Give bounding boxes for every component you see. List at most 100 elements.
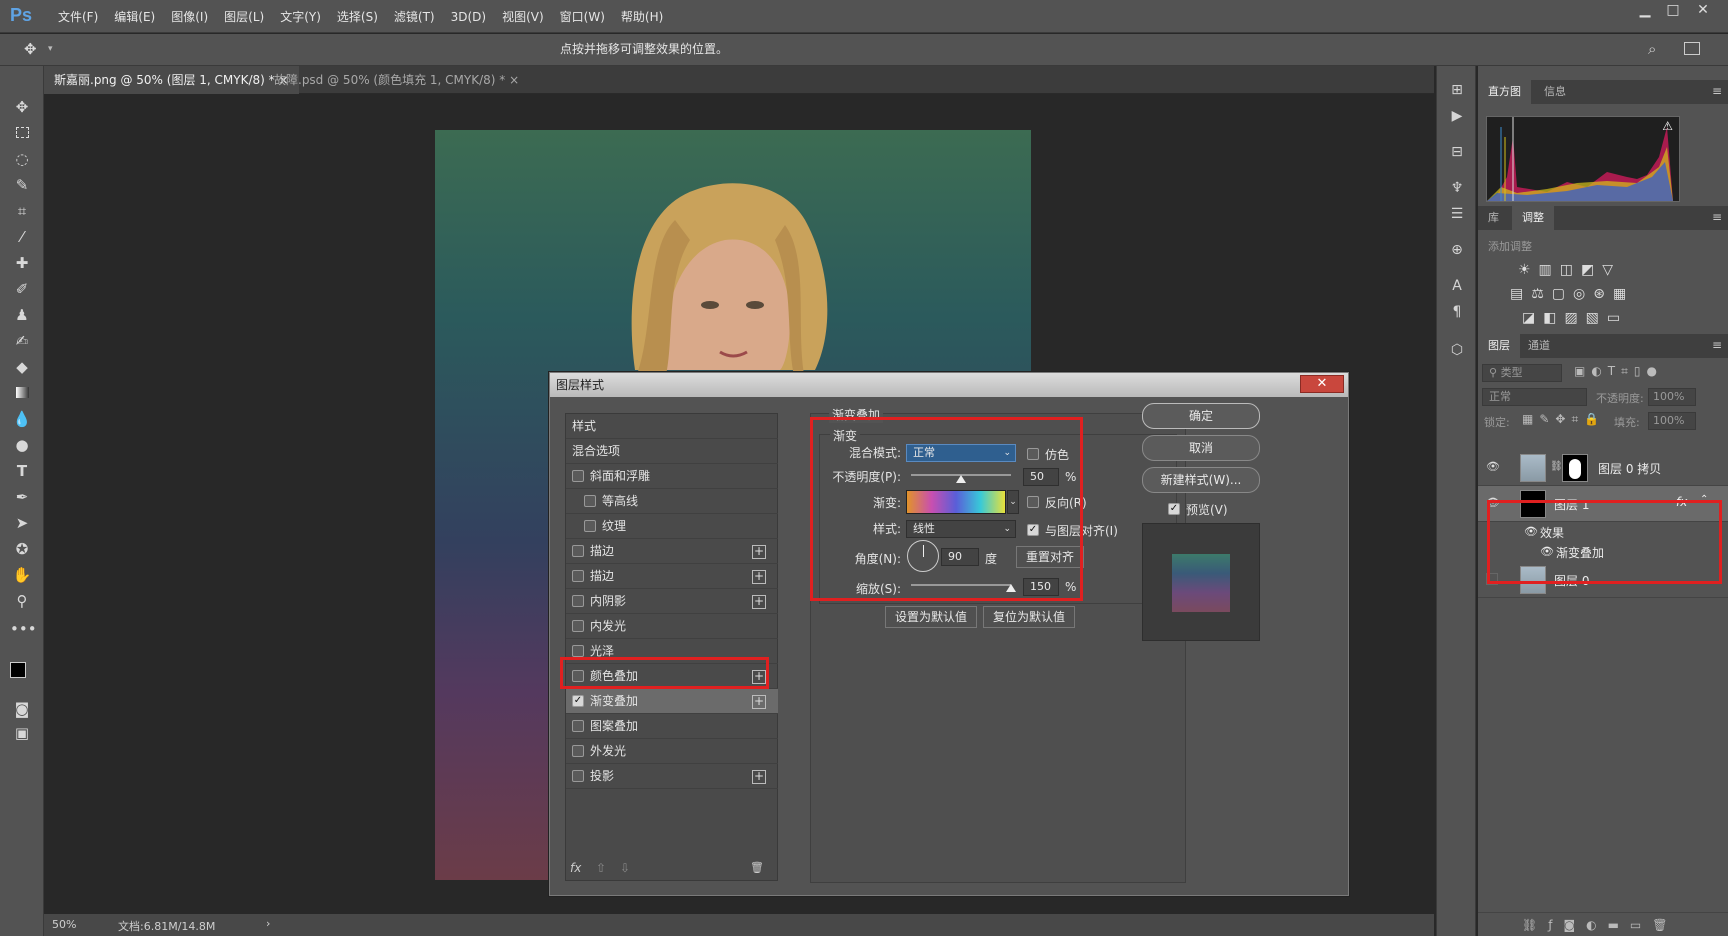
ok-button[interactable]: 确定 bbox=[1142, 403, 1260, 429]
move-down-icon[interactable]: ⇩ bbox=[620, 861, 630, 875]
status-arrow-icon[interactable]: › bbox=[266, 917, 270, 930]
move-up-icon[interactable]: ⇧ bbox=[596, 861, 606, 875]
add-style-plus-icon[interactable]: + bbox=[752, 545, 766, 559]
style-row[interactable]: 外发光 bbox=[566, 739, 778, 764]
properties-icon[interactable]: ⊟ bbox=[1447, 144, 1467, 164]
style-checkbox[interactable] bbox=[572, 720, 584, 732]
add-style-plus-icon[interactable]: + bbox=[752, 595, 766, 609]
screen-mode-icon[interactable]: ▣ bbox=[10, 722, 34, 744]
fill-field[interactable]: 100% bbox=[1648, 412, 1696, 430]
zoom-level[interactable]: 50% bbox=[52, 918, 76, 931]
style-row[interactable]: 斜面和浮雕 bbox=[566, 464, 778, 489]
hand-tool-icon[interactable]: ✋ bbox=[10, 564, 34, 586]
style-checkbox[interactable] bbox=[572, 545, 584, 557]
trash-icon[interactable]: 🗑 bbox=[750, 861, 764, 874]
menu-item[interactable]: 帮助(H) bbox=[613, 8, 671, 25]
crop-tool-icon[interactable]: ⌗ bbox=[10, 200, 34, 222]
move-tool-icon[interactable]: ✥ bbox=[24, 40, 37, 58]
foreground-color-swatch[interactable] bbox=[10, 662, 26, 678]
style-checkbox[interactable] bbox=[584, 495, 596, 507]
blur-tool-icon[interactable]: 💧 bbox=[10, 408, 34, 430]
pen-tool-icon[interactable]: ✒ bbox=[10, 486, 34, 508]
menu-item[interactable]: 图像(I) bbox=[163, 8, 216, 25]
visibility-eye-icon[interactable]: 👁 bbox=[1486, 460, 1500, 473]
fx-icon[interactable]: fx bbox=[570, 861, 581, 875]
history-brush-icon[interactable]: ✍ bbox=[10, 330, 34, 352]
shape-tool-icon[interactable]: ✪ bbox=[10, 538, 34, 560]
menu-item[interactable]: 视图(V) bbox=[494, 8, 552, 25]
quick-mask-icon[interactable]: ◙ bbox=[10, 698, 34, 720]
style-row[interactable]: 纹理 bbox=[566, 514, 778, 539]
brush-tool-icon[interactable]: ✐ bbox=[10, 278, 34, 300]
style-checkbox[interactable] bbox=[572, 570, 584, 582]
style-checkbox[interactable] bbox=[584, 520, 596, 532]
tab-document-2[interactable]: 故障.psd @ 50% (颜色填充 1, CMYK/8) * × bbox=[264, 66, 529, 94]
layer-row[interactable]: 👁 ⛓ 图层 0 拷贝 bbox=[1478, 450, 1728, 486]
dodge-tool-icon[interactable]: ● bbox=[10, 434, 34, 456]
workspace-icon[interactable] bbox=[1684, 42, 1700, 55]
preview-checkbox[interactable]: ✓ bbox=[1168, 503, 1180, 515]
tab-document-1[interactable]: 斯嘉丽.png @ 50% (图层 1, CMYK/8) * × bbox=[44, 66, 299, 94]
add-style-plus-icon[interactable]: + bbox=[752, 770, 766, 784]
adjust-icons-row-2[interactable]: ▤⚖▢◎⊛▦ bbox=[1510, 286, 1634, 302]
warning-icon[interactable]: ⚠ bbox=[1662, 119, 1673, 133]
healing-brush-icon[interactable]: ✚ bbox=[10, 252, 34, 274]
menu-item[interactable]: 文件(F) bbox=[50, 8, 106, 25]
layers-footer-icons[interactable]: ⛓ƒ◙◐▬▭🗑 bbox=[1478, 912, 1728, 936]
filter-icons[interactable]: ▣◐T⌗▯● bbox=[1574, 364, 1663, 379]
style-row[interactable]: 图案叠加 bbox=[566, 714, 778, 739]
eyedropper-tool-icon[interactable]: ⁄ bbox=[10, 226, 34, 248]
style-checkbox[interactable] bbox=[572, 770, 584, 782]
style-row[interactable]: 内发光 bbox=[566, 614, 778, 639]
menu-item[interactable]: 选择(S) bbox=[329, 8, 386, 25]
zoom-tool-icon[interactable]: ⚲ bbox=[10, 590, 34, 612]
blend-mode-select[interactable]: 正常 bbox=[1482, 388, 1587, 406]
style-checkbox[interactable] bbox=[572, 620, 584, 632]
close-window-button[interactable]: ✕ bbox=[1690, 2, 1716, 22]
quick-select-tool-icon[interactable]: ✎ bbox=[10, 174, 34, 196]
chain-icon[interactable]: ⛓ bbox=[1550, 461, 1563, 472]
clone-stamp-icon[interactable]: ♟ bbox=[10, 304, 34, 326]
tab-layers[interactable]: 图层 bbox=[1478, 334, 1520, 358]
cancel-button[interactable]: 取消 bbox=[1142, 435, 1260, 461]
character-icon[interactable]: A bbox=[1447, 278, 1467, 298]
adjust-icons-row-3[interactable]: ◪◧▨▧▭ bbox=[1522, 310, 1628, 326]
marquee-tool-icon[interactable] bbox=[10, 122, 34, 144]
style-checkbox[interactable] bbox=[572, 470, 584, 482]
opacity-field[interactable]: 100% bbox=[1648, 388, 1696, 406]
gradient-tool-icon[interactable] bbox=[10, 382, 34, 404]
style-row[interactable]: 描边 + bbox=[566, 539, 778, 564]
menu-item[interactable]: 滤镜(T) bbox=[386, 8, 443, 25]
menu-item[interactable]: 文字(Y) bbox=[272, 8, 329, 25]
tab-adjustments[interactable]: 调整 bbox=[1512, 206, 1554, 230]
new-style-button[interactable]: 新建样式(W)... bbox=[1142, 467, 1260, 493]
style-checkbox[interactable] bbox=[572, 745, 584, 757]
clone-source-icon[interactable]: ⊕ bbox=[1447, 242, 1467, 262]
style-checkbox[interactable] bbox=[572, 595, 584, 607]
move-tool-icon[interactable]: ✥ bbox=[10, 96, 34, 118]
eraser-tool-icon[interactable]: ◆ bbox=[10, 356, 34, 378]
restore-button[interactable]: □ bbox=[1660, 2, 1686, 22]
tab-channels[interactable]: 通道 bbox=[1518, 334, 1560, 358]
reset-default-button[interactable]: 复位为默认值 bbox=[983, 606, 1075, 628]
minimize-button[interactable]: ▁ bbox=[1632, 2, 1658, 22]
layer-mask-thumbnail[interactable] bbox=[1562, 454, 1588, 482]
dialog-close-button[interactable]: ✕ bbox=[1300, 375, 1344, 393]
actions-play-icon[interactable]: ▶ bbox=[1447, 108, 1467, 128]
brush-settings-icon[interactable]: ♆ bbox=[1447, 180, 1467, 200]
panel-menu-icon[interactable]: ≡ bbox=[1712, 210, 1722, 224]
style-row[interactable]: 等高线 bbox=[566, 489, 778, 514]
menu-item[interactable]: 窗口(W) bbox=[552, 8, 613, 25]
close-icon[interactable]: × bbox=[509, 73, 519, 87]
style-row[interactable]: 内阴影 + bbox=[566, 589, 778, 614]
style-row[interactable]: 混合选项 bbox=[566, 439, 778, 464]
style-checkbox[interactable]: ✓ bbox=[572, 695, 584, 707]
style-row[interactable]: ✓ 渐变叠加 + bbox=[566, 689, 778, 714]
add-style-plus-icon[interactable]: + bbox=[752, 570, 766, 584]
adjust-sliders-icon[interactable]: ☰ bbox=[1447, 206, 1467, 226]
menu-item[interactable]: 编辑(E) bbox=[106, 8, 163, 25]
type-tool-icon[interactable]: T bbox=[10, 460, 34, 482]
menu-item[interactable]: 3D(D) bbox=[443, 10, 494, 24]
layer-filter-select[interactable]: ⚲ 类型 bbox=[1482, 364, 1562, 382]
lasso-tool-icon[interactable]: ◌ bbox=[10, 148, 34, 170]
